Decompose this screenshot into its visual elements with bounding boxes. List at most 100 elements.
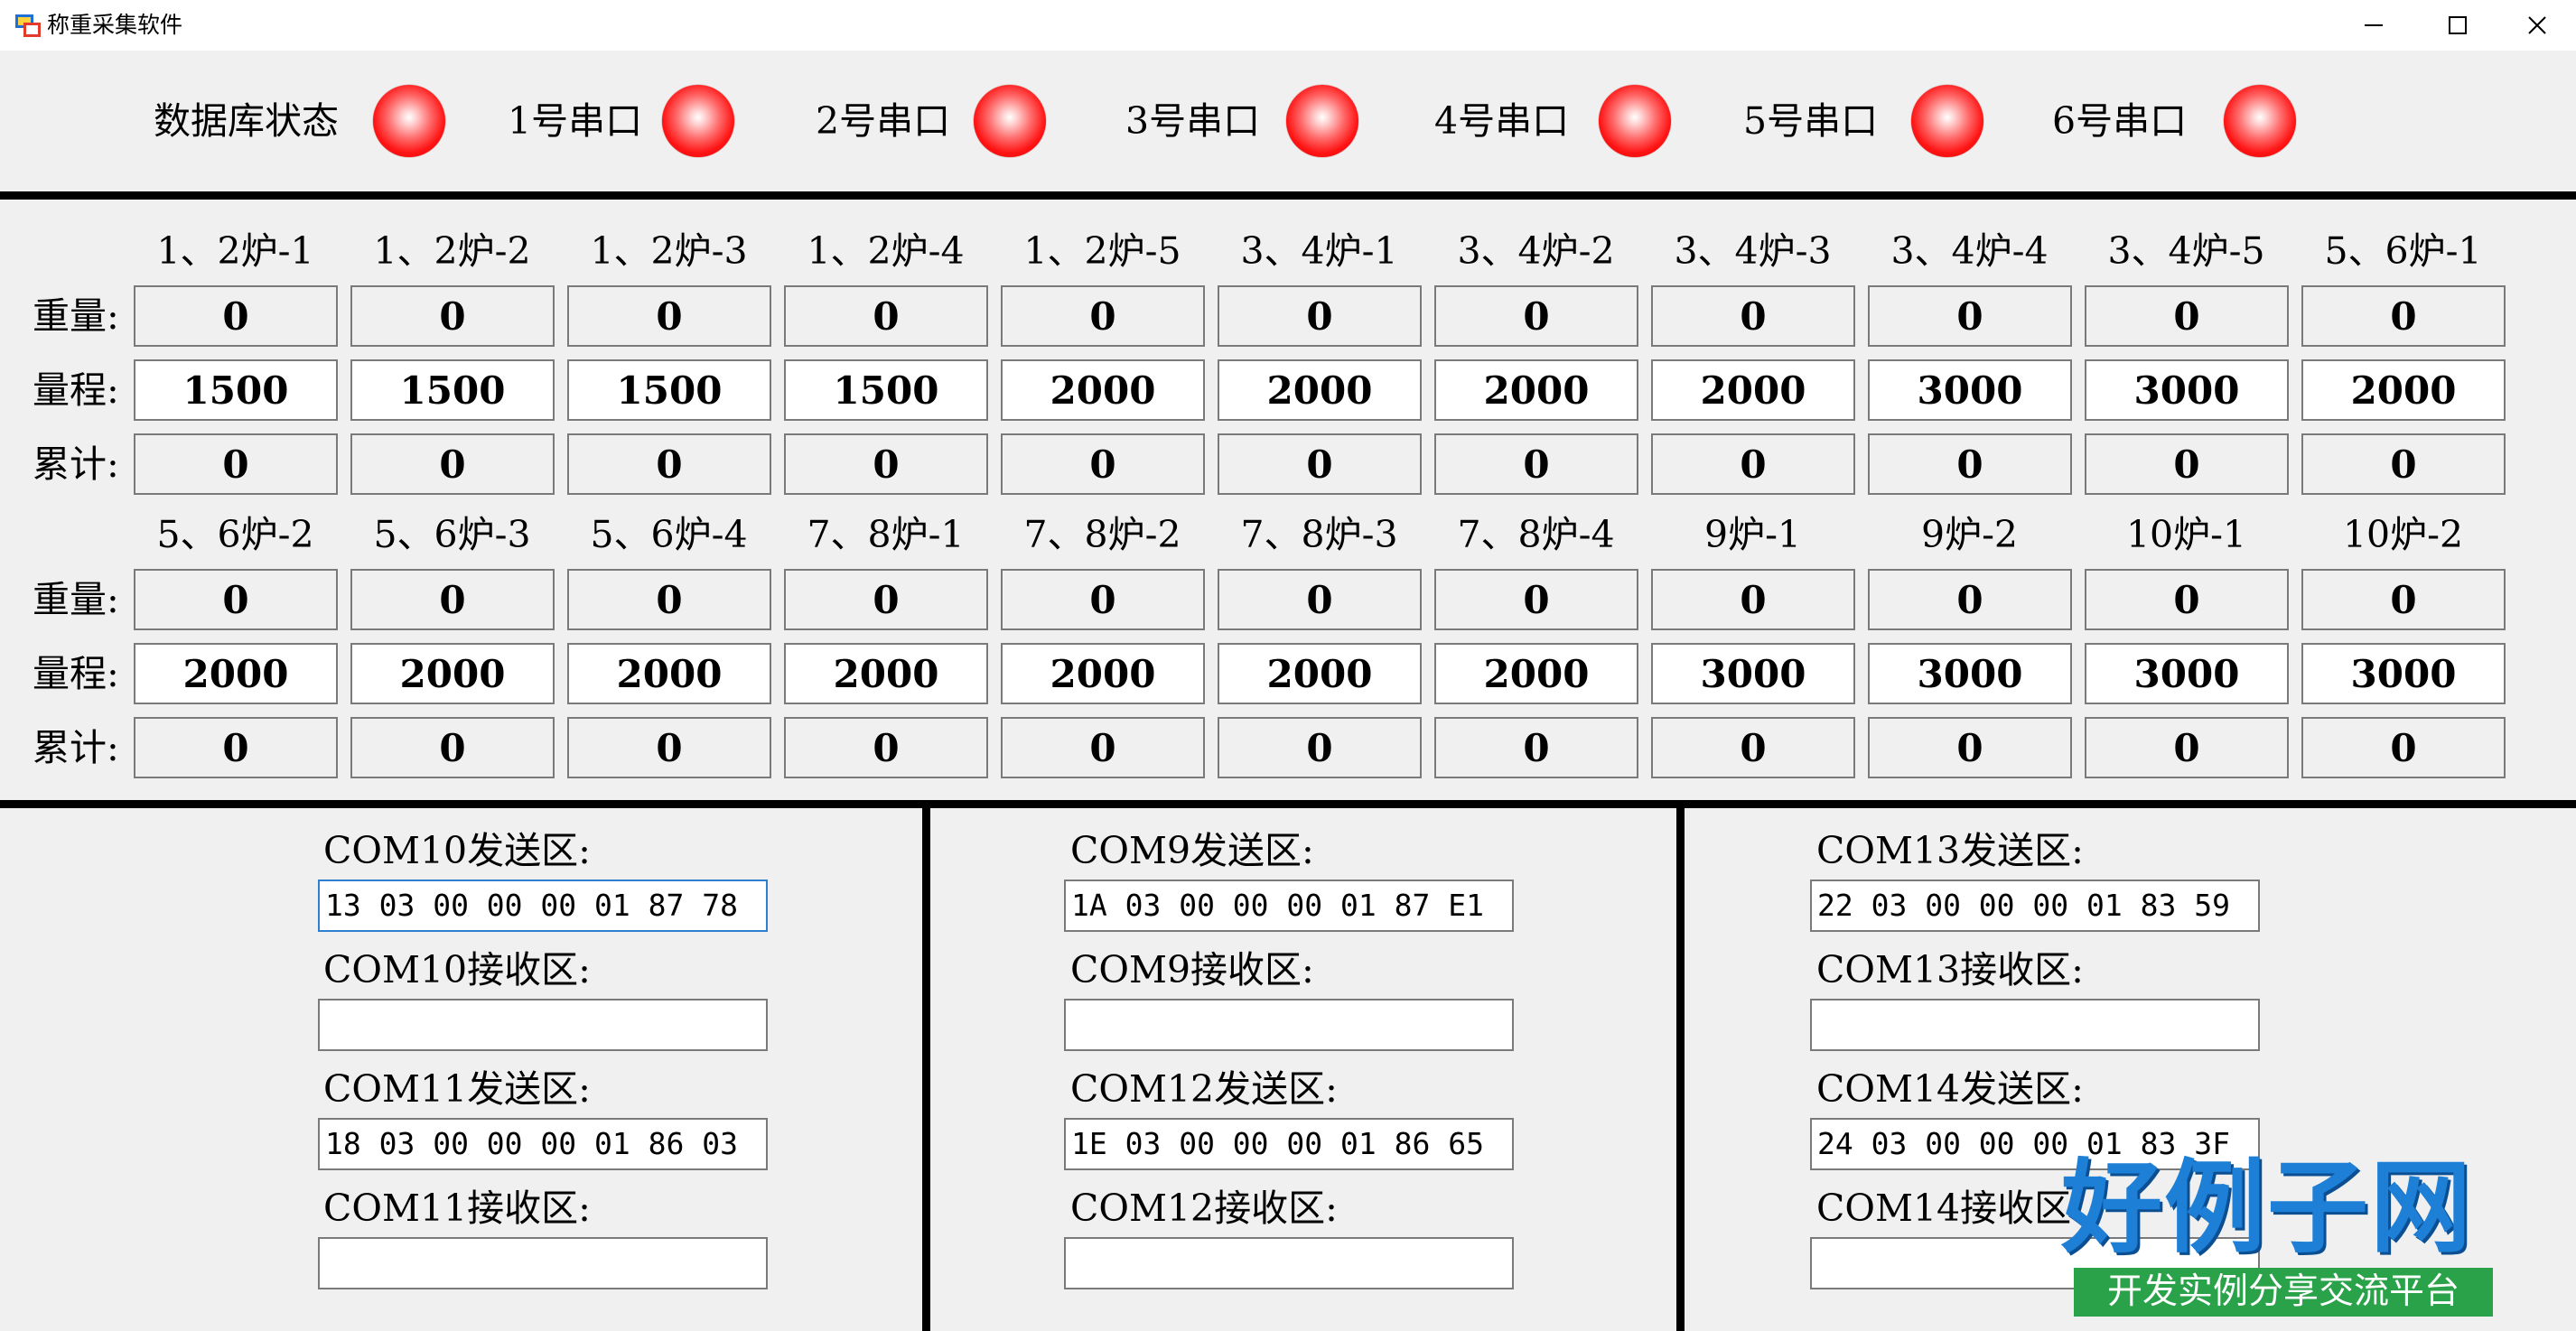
title-bar xyxy=(0,0,2576,51)
minimize-icon xyxy=(2365,24,2383,26)
weight-row-label: 重量: xyxy=(33,294,119,338)
port4-status-led-icon xyxy=(1599,85,1671,157)
com13-send-label: COM13发送区: xyxy=(1816,829,2084,872)
weight-value-cell: 0 xyxy=(1218,569,1422,630)
range-value-cell[interactable]: 3000 xyxy=(1651,643,1855,704)
furnace-header: 7、8炉-4 xyxy=(1457,513,1615,556)
range-value-cell[interactable]: 2000 xyxy=(1434,359,1638,421)
range-value-cell[interactable]: 2000 xyxy=(1001,359,1205,421)
total-value-cell: 0 xyxy=(2085,717,2289,778)
weight-value-cell: 0 xyxy=(1218,285,1422,347)
com-separator-left xyxy=(922,808,930,1331)
com11-recv-field[interactable] xyxy=(318,1237,768,1289)
com9-send-field[interactable]: 1A 03 00 00 00 01 87 E1 xyxy=(1064,880,1514,932)
weight-value-cell: 0 xyxy=(350,285,555,347)
range-value-cell[interactable]: 2000 xyxy=(1001,643,1205,704)
weight-value-cell: 0 xyxy=(350,569,555,630)
com14-recv-label: COM14接收区: xyxy=(1816,1187,2084,1230)
com13-recv-field[interactable] xyxy=(1810,999,2260,1051)
range-row-label: 量程: xyxy=(33,368,119,412)
range-value-cell[interactable]: 2000 xyxy=(350,643,555,704)
furnace-header: 9炉-1 xyxy=(1703,513,1802,556)
port6-status-label: 6号串口 xyxy=(2052,99,2188,143)
port5-status-label: 5号串口 xyxy=(1743,99,1879,143)
weight-value-cell: 0 xyxy=(1434,569,1638,630)
com10-send-field[interactable]: 13 03 00 00 00 01 87 78 xyxy=(318,880,768,932)
weight-value-cell: 0 xyxy=(784,569,988,630)
total-row-label: 累计: xyxy=(33,726,119,769)
total-value-cell: 0 xyxy=(1868,717,2072,778)
range-value-cell[interactable]: 2000 xyxy=(1218,359,1422,421)
total-value-cell: 0 xyxy=(1651,433,1855,495)
com10-recv-field[interactable] xyxy=(318,999,768,1051)
weight-value-cell: 0 xyxy=(1001,285,1205,347)
weight-value-cell: 0 xyxy=(1868,285,2072,347)
total-value-cell: 0 xyxy=(1868,433,2072,495)
com9-recv-field[interactable] xyxy=(1064,999,1514,1051)
total-value-cell: 0 xyxy=(1001,717,1205,778)
weight-value-cell: 0 xyxy=(2085,569,2289,630)
range-value-cell[interactable]: 3000 xyxy=(2085,359,2289,421)
range-value-cell[interactable]: 2000 xyxy=(1434,643,1638,704)
middle-separator xyxy=(0,800,2576,808)
total-value-cell: 0 xyxy=(2301,717,2506,778)
range-value-cell[interactable]: 2000 xyxy=(1218,643,1422,704)
weight-value-cell: 0 xyxy=(1651,569,1855,630)
maximize-button[interactable] xyxy=(2419,0,2497,51)
range-value-cell[interactable]: 2000 xyxy=(2301,359,2506,421)
weight-value-cell: 0 xyxy=(784,285,988,347)
weight-value-cell: 0 xyxy=(1651,285,1855,347)
furnace-header: 9炉-2 xyxy=(1920,513,2019,556)
weight-value-cell: 0 xyxy=(134,285,338,347)
range-value-cell[interactable]: 2000 xyxy=(784,643,988,704)
close-button[interactable] xyxy=(2498,0,2576,51)
furnace-header: 3、4炉-3 xyxy=(1674,229,1832,273)
range-value-cell[interactable]: 3000 xyxy=(1868,359,2072,421)
range-value-cell[interactable]: 3000 xyxy=(1868,643,2072,704)
com14-send-label: COM14发送区: xyxy=(1816,1067,2084,1111)
range-value-cell[interactable]: 1500 xyxy=(784,359,988,421)
range-value-cell[interactable]: 3000 xyxy=(2085,643,2289,704)
port2-status-led-icon xyxy=(974,85,1046,157)
total-value-cell: 0 xyxy=(784,433,988,495)
port1-status-led-icon xyxy=(662,85,734,157)
weight-value-cell: 0 xyxy=(2085,285,2289,347)
range-value-cell[interactable]: 2000 xyxy=(1651,359,1855,421)
furnace-header: 3、4炉-5 xyxy=(2107,229,2265,273)
minimize-button[interactable] xyxy=(2335,0,2413,51)
furnace-header: 1、2炉-2 xyxy=(373,229,531,273)
total-value-cell: 0 xyxy=(1434,433,1638,495)
furnace-header: 1、2炉-3 xyxy=(590,229,748,273)
range-value-cell[interactable]: 1500 xyxy=(567,359,771,421)
range-value-cell[interactable]: 3000 xyxy=(2301,643,2506,704)
com11-send-label: COM11发送区: xyxy=(323,1067,591,1111)
port6-status-led-icon xyxy=(2224,85,2296,157)
com13-send-field[interactable]: 22 03 00 00 00 01 83 59 xyxy=(1810,880,2260,932)
maximize-icon xyxy=(2449,16,2467,34)
db-status-led-icon xyxy=(373,85,445,157)
weight-value-cell: 0 xyxy=(134,569,338,630)
com12-send-field[interactable]: 1E 03 00 00 00 01 86 65 xyxy=(1064,1118,1514,1170)
range-value-cell[interactable]: 1500 xyxy=(134,359,338,421)
range-row-label: 量程: xyxy=(33,652,119,695)
com13-recv-label: COM13接收区: xyxy=(1816,948,2084,991)
range-value-cell[interactable]: 2000 xyxy=(134,643,338,704)
top-separator xyxy=(0,191,2576,200)
furnace-header: 5、6炉-4 xyxy=(590,513,748,556)
com12-recv-field[interactable] xyxy=(1064,1237,1514,1289)
com-separator-right xyxy=(1676,808,1685,1331)
furnace-header: 5、6炉-2 xyxy=(156,513,314,556)
db-status-label: 数据库状态 xyxy=(154,99,339,143)
com11-send-field[interactable]: 18 03 00 00 00 01 86 03 xyxy=(318,1118,768,1170)
watermark-logo: 好例子网 xyxy=(2061,1150,2473,1267)
furnace-header: 1、2炉-1 xyxy=(156,229,314,273)
weight-value-cell: 0 xyxy=(2301,285,2506,347)
com11-recv-label: COM11接收区: xyxy=(323,1187,591,1230)
total-value-cell: 0 xyxy=(134,433,338,495)
weight-value-cell: 0 xyxy=(567,569,771,630)
weight-value-cell: 0 xyxy=(1868,569,2072,630)
range-value-cell[interactable]: 2000 xyxy=(567,643,771,704)
weight-value-cell: 0 xyxy=(1001,569,1205,630)
range-value-cell[interactable]: 1500 xyxy=(350,359,555,421)
furnace-header: 1、2炉-4 xyxy=(807,229,965,273)
